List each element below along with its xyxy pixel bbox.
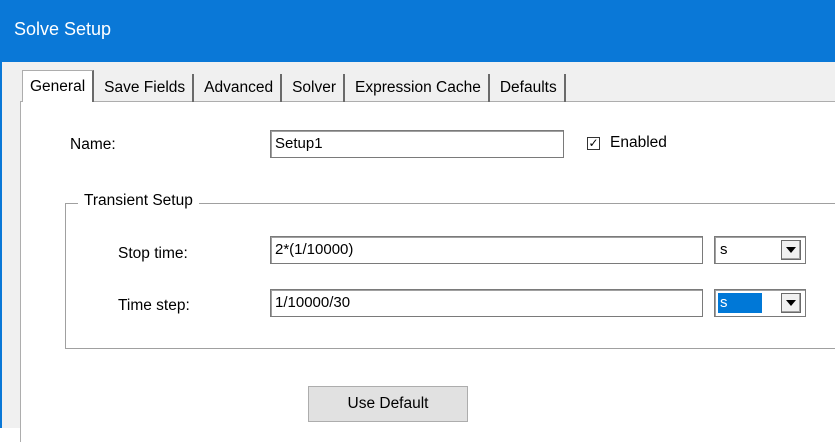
name-field[interactable]: Setup1 [270,130,564,158]
stop-time-label: Stop time: [118,245,188,262]
enabled-label: Enabled [610,134,667,151]
time-step-field[interactable]: 1/10000/30 [270,289,703,317]
tab-label: General [30,77,86,95]
tab-label: Defaults [499,79,557,96]
stop-time-field[interactable]: 2*(1/10000) [270,236,703,264]
chevron-down-icon[interactable] [781,240,801,260]
tab-advanced[interactable]: Advanced [197,74,283,102]
tab-label: Save Fields [104,79,186,96]
time-step-label: Time step: [118,297,190,314]
window-title: Solve Setup [14,19,112,39]
tab-solver[interactable]: Solver [285,74,346,102]
enabled-checkbox-row[interactable]: ✓ Enabled [587,134,667,152]
transient-setup-title: Transient Setup [78,192,199,210]
tab-general[interactable]: General [22,70,95,102]
time-step-unit-select[interactable]: s [714,289,806,317]
stop-time-unit-value: s [720,241,728,258]
name-label: Name: [70,136,116,153]
transient-setup-group [65,203,835,349]
title-bar[interactable]: Solve Setup [0,0,835,62]
chevron-down-icon[interactable] [781,293,801,313]
enabled-checkbox[interactable]: ✓ [587,136,600,150]
tab-strip: General Save Fields Advanced Solver Expr… [22,70,569,102]
tab-defaults[interactable]: Defaults [493,74,566,102]
use-default-button[interactable]: Use Default [308,386,468,422]
tab-label: Expression Cache [355,79,481,96]
time-step-unit-value: s [718,293,762,313]
tab-label: Advanced [204,79,274,96]
stop-time-unit-select[interactable]: s [714,236,806,264]
use-default-label: Use Default [347,395,429,412]
tab-label: Solver [292,79,337,96]
tab-expression-cache[interactable]: Expression Cache [348,74,490,102]
window-left-border [0,62,2,428]
tab-save-fields[interactable]: Save Fields [97,74,195,102]
